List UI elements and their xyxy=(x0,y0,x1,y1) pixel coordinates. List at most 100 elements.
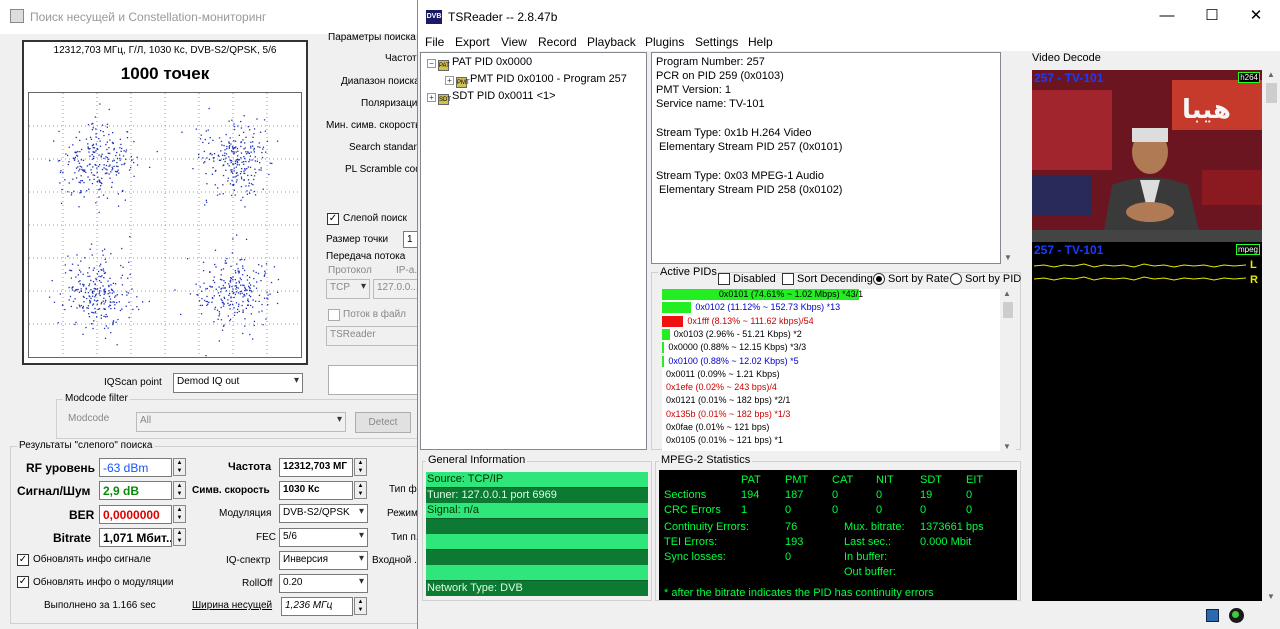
menu-file[interactable]: File xyxy=(425,35,444,49)
stream-app-input[interactable]: TSReader xyxy=(326,326,423,346)
start-button[interactable] xyxy=(328,365,423,395)
program-tree[interactable]: − PAT PAT PID 0x0000 + PMTPMT PID 0x0100 - … xyxy=(420,52,647,450)
fec-select[interactable]: 5/6 xyxy=(279,528,368,547)
iq-spectrum-select[interactable]: Инверсия xyxy=(279,551,368,570)
constellation-point xyxy=(89,179,91,181)
constellation-point xyxy=(206,157,208,159)
constellation-point xyxy=(241,168,243,170)
iqscan-select[interactable]: Demod IQ out xyxy=(173,373,303,393)
tree-node-pmt[interactable]: + PMTPMT PID 0x0100 - Program 257 xyxy=(445,73,627,88)
pid-row[interactable]: 0x0101 (74.61% ~ 1.02 Mbps) *43/1 xyxy=(662,289,920,300)
constellation-point xyxy=(220,150,222,152)
constellation-point xyxy=(202,141,204,144)
scroll-thumb[interactable] xyxy=(1003,302,1013,318)
modcode-select[interactable]: All xyxy=(136,412,346,432)
detect-button[interactable]: Detect xyxy=(355,412,411,433)
in-buffer-label: In buffer: xyxy=(844,551,888,563)
pid-row[interactable]: 0x0000 (0.88% ~ 12.15 Kbps) *3/3 xyxy=(668,342,806,353)
scroll-down-icon[interactable]: ▼ xyxy=(1267,592,1275,601)
bitrate-spinner[interactable]: ▲ ▼ xyxy=(173,528,186,546)
constellation-point xyxy=(117,169,119,171)
rolloff-select[interactable]: 0.20 xyxy=(279,574,368,593)
sort-by-rate-radio[interactable] xyxy=(873,273,885,285)
minimize-button[interactable]: — xyxy=(1152,6,1182,28)
pid-row[interactable]: 0x0105 (0.01% ~ 121 bps) *1 xyxy=(666,435,783,446)
constellation-point xyxy=(233,307,235,309)
scroll-thumb[interactable] xyxy=(1266,83,1277,103)
pid-row[interactable]: 0x0011 (0.09% ~ 1.21 Kbps) xyxy=(666,369,780,380)
pid-row[interactable]: 0x1efe (0.02% ~ 243 bps)/4 xyxy=(666,382,777,393)
sort-by-pid-radio[interactable] xyxy=(950,273,962,285)
mpeg-badge: mpeg xyxy=(1235,244,1260,255)
snr-spinner[interactable]: ▲ ▼ xyxy=(173,481,186,499)
network-icon[interactable] xyxy=(1206,609,1219,622)
ber-spinner[interactable]: ▲ ▼ xyxy=(173,505,186,523)
pid-row[interactable]: 0x0102 (11.12% ~ 152.73 Kbps) *13 xyxy=(695,302,840,313)
menu-plugins[interactable]: Plugins xyxy=(645,35,684,49)
constellation-point xyxy=(240,278,242,281)
scroll-down-icon[interactable]: ▼ xyxy=(1003,442,1011,451)
pid-row[interactable]: 0x0103 (2.96% - 51.21 Kbps) *2 xyxy=(674,329,802,340)
constellation-point xyxy=(72,144,74,146)
constellation-point xyxy=(130,155,132,158)
active-pids-list[interactable]: 0x0101 (74.61% ~ 1.02 Mbps) *43/1 0x0102 … xyxy=(662,289,1000,451)
menu-playback[interactable]: Playback xyxy=(587,35,636,49)
constellation-point xyxy=(231,286,233,288)
constellation-point xyxy=(248,282,251,284)
pid-row[interactable]: 0x1fff (8.13% ~ 111.62 kbps)/54 xyxy=(687,316,813,327)
frequency-spinner[interactable]: ▲ ▼ xyxy=(354,458,367,476)
pid-row[interactable]: 0x0fae (0.01% ~ 121 bps) xyxy=(666,422,769,433)
ip-input[interactable]: 127.0.0... xyxy=(373,279,423,299)
pid-row[interactable]: 0x0121 (0.01% ~ 182 bps) *2/1 xyxy=(666,395,790,406)
expand-icon[interactable]: + xyxy=(427,93,436,102)
disabled-checkbox[interactable] xyxy=(718,273,730,285)
rf-level-spinner[interactable]: ▲ ▼ xyxy=(173,458,186,476)
update-signal-checkbox[interactable]: ✓ xyxy=(17,554,29,566)
scroll-up-icon[interactable]: ▲ xyxy=(1267,70,1275,79)
video-scrollbar[interactable]: ▲ ▼ xyxy=(1264,70,1279,601)
blind-search-checkbox[interactable]: ✓ xyxy=(327,213,339,225)
menu-export[interactable]: Export xyxy=(455,35,490,49)
constellation-point xyxy=(120,264,122,267)
carrier-width-spinner[interactable]: ▲ ▼ xyxy=(354,597,367,615)
expand-icon[interactable]: + xyxy=(445,76,454,85)
carrier-window-titlebar[interactable]: Поиск несущей и Constellation-мониторинг xyxy=(0,0,420,34)
symbol-rate-spinner[interactable]: ▲ ▼ xyxy=(354,481,367,499)
pid-row[interactable]: 0x0100 (0.88% ~ 12.02 Kbps) *5 xyxy=(668,356,798,367)
info-scrollbar[interactable]: ▼ xyxy=(1001,52,1015,264)
constellation-point xyxy=(73,190,75,192)
constellation-point xyxy=(67,255,69,257)
protocol-select[interactable]: TCP xyxy=(326,279,370,299)
menu-view[interactable]: View xyxy=(501,35,527,49)
menu-settings[interactable]: Settings xyxy=(695,35,738,49)
scroll-down-icon[interactable]: ▼ xyxy=(1004,253,1012,262)
constellation-point xyxy=(204,138,206,141)
menu-help[interactable]: Help xyxy=(748,35,773,49)
constellation-point xyxy=(80,260,82,262)
tree-node-pat[interactable]: − PAT PAT PID 0x0000 xyxy=(427,56,532,71)
menu-record[interactable]: Record xyxy=(538,35,577,49)
modulation-select[interactable]: DVB-S2/QPSK xyxy=(279,504,368,523)
constellation-point xyxy=(243,161,245,163)
pids-scrollbar[interactable]: ▲ ▼ xyxy=(1000,289,1016,451)
tree-node-sdt[interactable]: + SDTSDT PID 0x0011 <1> xyxy=(427,90,556,105)
maximize-button[interactable]: ☐ xyxy=(1197,6,1227,28)
general-info-rows: Source: TCP/IP Tuner: 127.0.0.1 port 6969… xyxy=(426,472,648,596)
constellation-point xyxy=(110,332,112,334)
pid-row[interactable]: 0x135b (0.01% ~ 182 bps) *1/3 xyxy=(666,409,790,420)
constellation-point xyxy=(210,286,212,288)
constellation-point xyxy=(121,274,123,276)
constellation-point xyxy=(91,158,94,160)
constellation-point xyxy=(252,270,255,272)
scroll-up-icon[interactable]: ▲ xyxy=(1003,289,1011,298)
radiation-icon[interactable] xyxy=(1229,608,1244,623)
tsreader-titlebar[interactable]: DVB TSReader -- 2.8.47b — ☐ ✕ xyxy=(418,0,1280,33)
stream-to-file-checkbox[interactable] xyxy=(328,309,340,321)
update-modulation-checkbox[interactable]: ✓ xyxy=(17,576,29,588)
constellation-point xyxy=(111,166,113,168)
carrier-width-label[interactable]: Ширина несущей xyxy=(192,600,272,611)
constellation-point xyxy=(225,262,228,264)
sort-decending-checkbox[interactable] xyxy=(782,273,794,285)
collapse-icon[interactable]: − xyxy=(427,59,436,68)
close-button[interactable]: ✕ xyxy=(1241,6,1271,28)
